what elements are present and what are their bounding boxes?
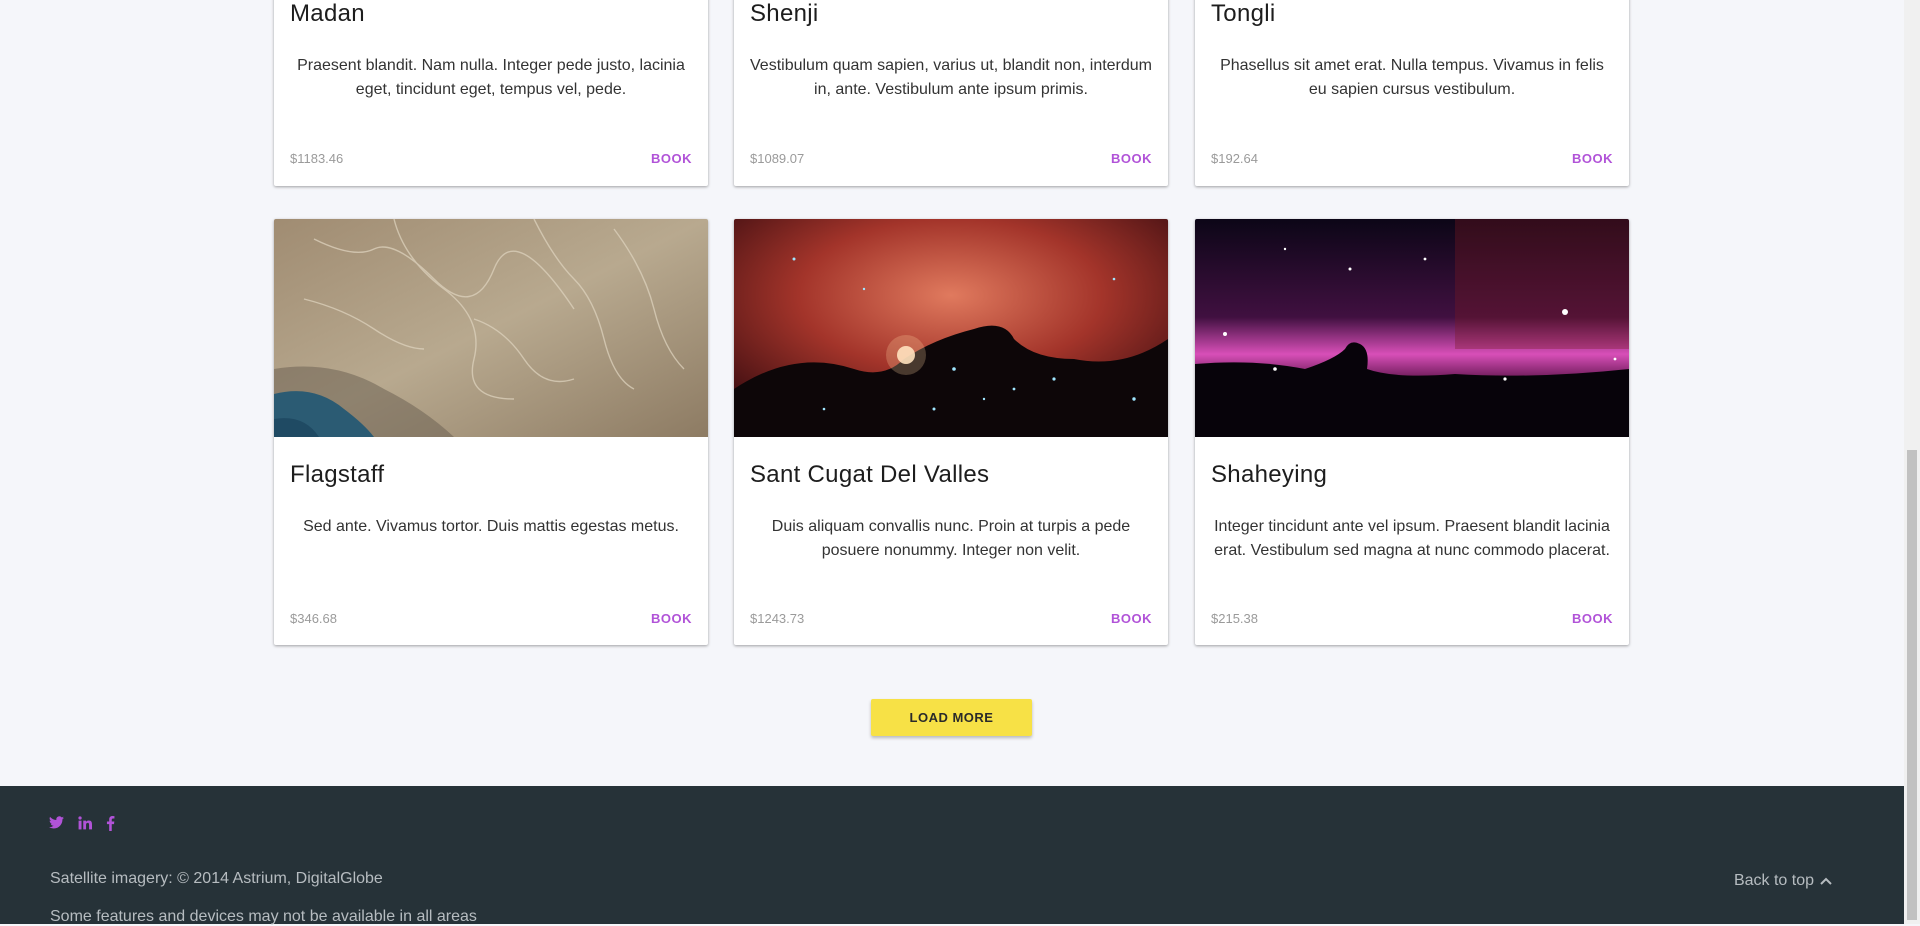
satellite-terrain-image <box>274 219 708 437</box>
book-button[interactable]: BOOK <box>651 611 692 626</box>
linkedin-icon[interactable] <box>78 816 92 835</box>
back-to-top-label: Back to top <box>1733 872 1814 889</box>
facebook-icon[interactable] <box>106 816 115 835</box>
card-price: $1089.07 <box>750 151 805 166</box>
horsehead-nebula-image <box>1195 219 1629 437</box>
vertical-scrollbar[interactable] <box>1904 0 1920 924</box>
card-title: Madan <box>290 0 365 27</box>
page-content: Madan Praesent blandit. Nam nulla. Integ… <box>0 0 1904 925</box>
social-links <box>49 816 115 835</box>
destination-card: Shenji Vestibulum quam sapien, varius ut… <box>734 0 1168 186</box>
destination-card: Shaheying Integer tincidunt ante vel ips… <box>1195 219 1629 645</box>
card-title: Sant Cugat Del Valles <box>750 461 990 488</box>
book-button[interactable]: BOOK <box>651 151 692 166</box>
chevron-up-icon <box>1820 872 1832 890</box>
card-description: Duis aliquam convallis nunc. Proin at tu… <box>771 518 1131 559</box>
destination-card: Tongli Phasellus sit amet erat. Nulla te… <box>1195 0 1629 186</box>
back-to-top-link[interactable]: Back to top <box>1734 872 1832 890</box>
card-price: $215.38 <box>1211 611 1258 626</box>
availability-disclaimer: Some features and devices may not be ava… <box>50 908 477 925</box>
book-button[interactable]: BOOK <box>1572 611 1613 626</box>
card-title: Flagstaff <box>290 461 385 488</box>
card-description: Sed ante. Vivamus tortor. Duis mattis eg… <box>303 518 679 535</box>
twitter-icon[interactable] <box>49 816 64 835</box>
card-title: Tongli <box>1211 0 1276 27</box>
destination-card: Madan Praesent blandit. Nam nulla. Integ… <box>274 0 708 186</box>
load-more-button[interactable]: LOAD MORE <box>871 699 1032 736</box>
card-price: $1243.73 <box>750 611 805 626</box>
card-description: Praesent blandit. Nam nulla. Integer ped… <box>297 57 685 98</box>
book-button[interactable]: BOOK <box>1572 151 1613 166</box>
scrollbar-thumb[interactable] <box>1907 450 1917 920</box>
card-description: Phasellus sit amet erat. Nulla tempus. V… <box>1220 57 1604 98</box>
destination-card: Flagstaff Sed ante. Vivamus tortor. Duis… <box>274 219 708 645</box>
card-description: Vestibulum quam sapien, varius ut, bland… <box>750 57 1153 98</box>
card-title: Shaheying <box>1211 461 1328 488</box>
red-nebula-image <box>734 219 1168 437</box>
card-description: Integer tincidunt ante vel ipsum. Praese… <box>1214 518 1610 559</box>
card-title: Shenji <box>750 0 819 27</box>
book-button[interactable]: BOOK <box>1111 151 1152 166</box>
imagery-credit: Satellite imagery: © 2014 Astrium, Digit… <box>50 870 383 887</box>
book-button[interactable]: BOOK <box>1111 611 1152 626</box>
card-price: $346.68 <box>290 611 337 626</box>
card-price: $1183.46 <box>290 151 344 166</box>
card-price: $192.64 <box>1211 151 1258 166</box>
footer: Satellite imagery: © 2014 Astrium, Digit… <box>0 786 1904 925</box>
destination-card: Sant Cugat Del Valles Duis aliquam conva… <box>734 219 1168 645</box>
